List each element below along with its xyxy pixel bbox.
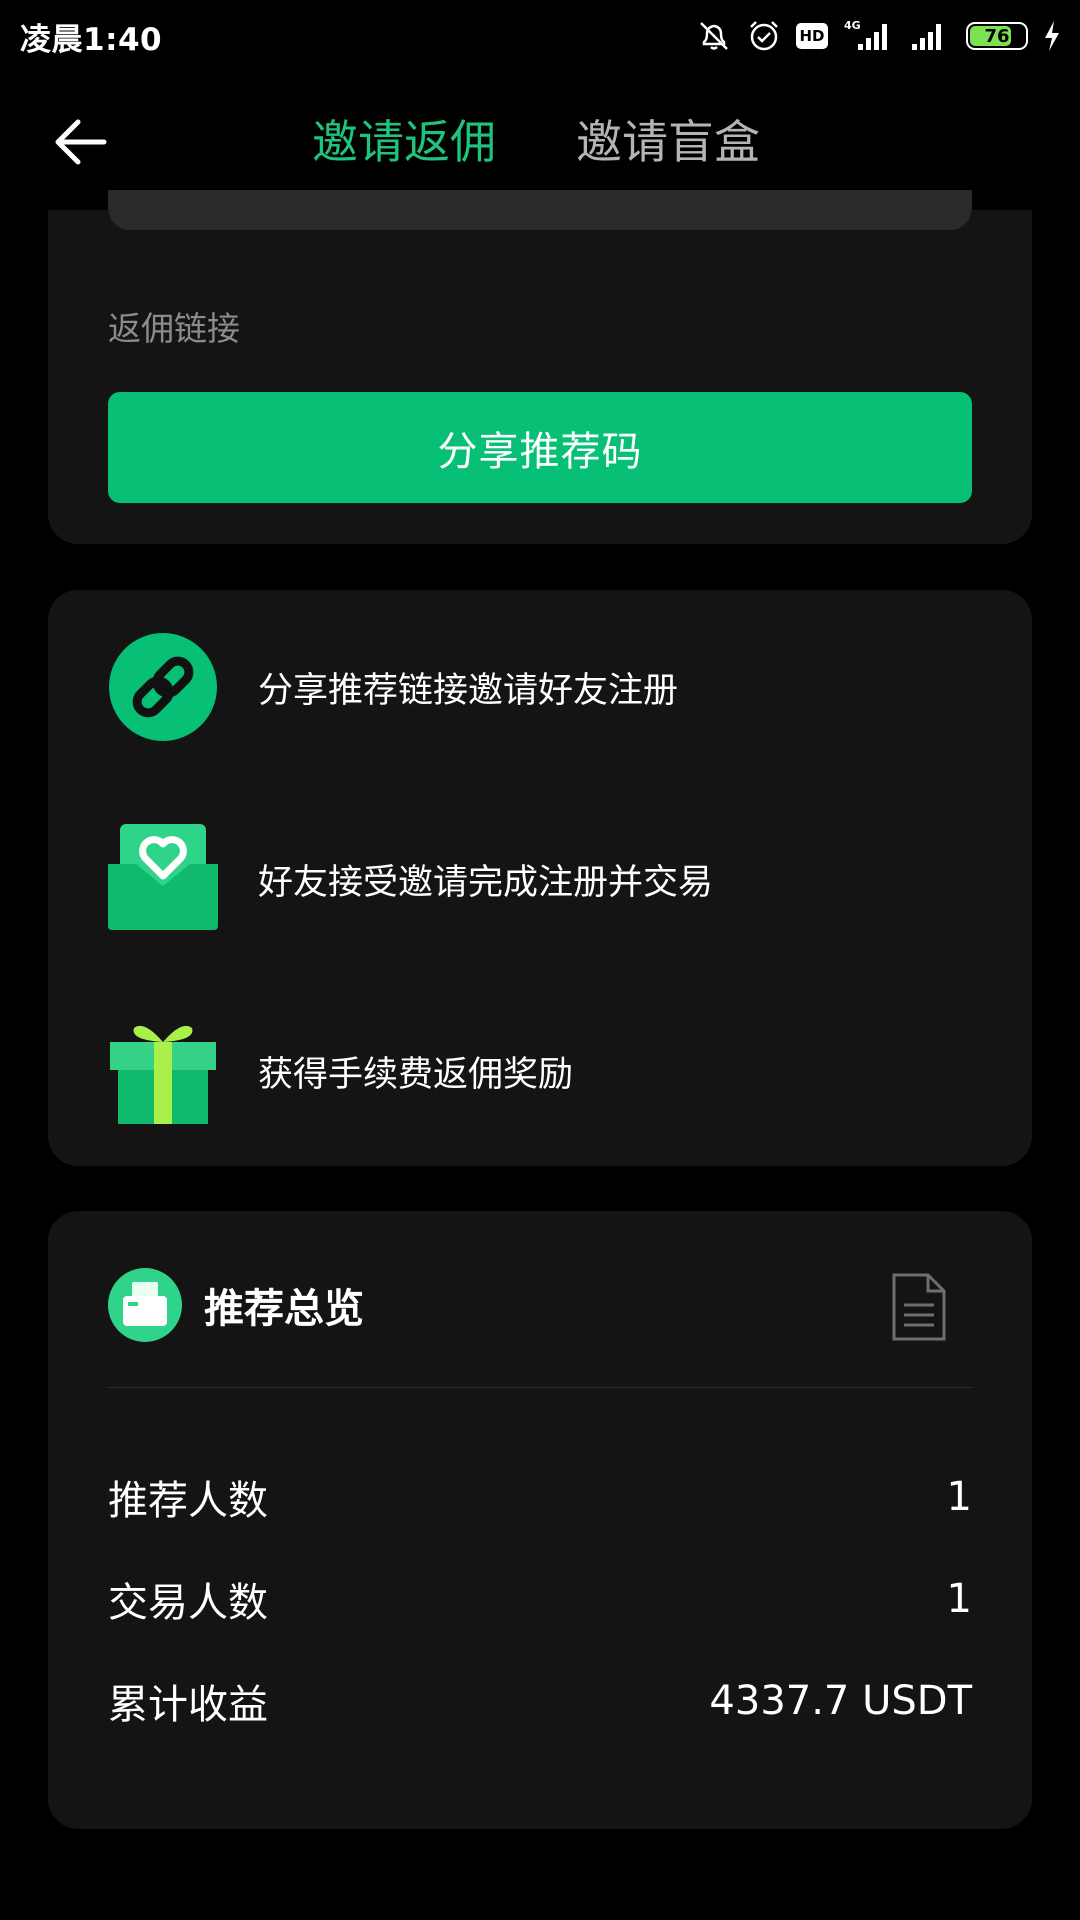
hd-icon: HD <box>796 23 828 49</box>
row-value: 1 <box>946 1576 972 1622</box>
document-icon[interactable] <box>890 1273 948 1341</box>
step-text: 分享推荐链接邀请好友注册 <box>258 670 679 711</box>
row-label: 推荐人数 <box>108 1478 268 1524</box>
row-label: 交易人数 <box>108 1580 268 1626</box>
rebate-link-label: 返佣链接 <box>108 309 240 348</box>
step-text: 好友接受邀请完成注册并交易 <box>258 862 714 903</box>
step-item: 分享推荐链接邀请好友注册 <box>108 632 678 742</box>
battery-icon: 76 <box>966 22 1028 50</box>
status-icons: HD 4G 76 <box>696 18 1062 54</box>
divider <box>108 1387 972 1388</box>
code-field <box>108 190 972 230</box>
referral-overview-card: 推荐总览 推荐人数 1 交易人数 1 累计收益 4337.7 USDT <box>48 1211 1032 1829</box>
back-arrow-icon[interactable] <box>50 112 110 172</box>
step-text: 获得手续费返佣奖励 <box>258 1054 574 1095</box>
link-icon <box>109 633 217 741</box>
charging-icon <box>1045 21 1059 51</box>
overview-row-traders: 交易人数 1 <box>108 1569 972 1629</box>
gift-icon <box>110 1025 216 1124</box>
overview-row-referrals: 推荐人数 1 <box>108 1467 972 1527</box>
status-time: 凌晨1:40 <box>20 21 163 58</box>
row-value: 1 <box>946 1474 972 1520</box>
tab-invite-rebate[interactable]: 邀请返佣 <box>312 112 496 172</box>
svg-text:4G: 4G <box>844 19 861 32</box>
share-code-button[interactable]: 分享推荐码 <box>108 392 972 503</box>
heart-envelope-icon <box>108 824 218 930</box>
mute-icon <box>700 22 728 50</box>
step-item: 好友接受邀请完成注册并交易 <box>108 824 713 934</box>
steps-card: 分享推荐链接邀请好友注册 好友接受邀请完成注册并交易 获得手续费返佣奖励 <box>48 590 1032 1166</box>
rebate-link-card: 返佣链接 分享推荐码 <box>48 190 1032 544</box>
overview-title: 推荐总览 <box>204 1286 364 1332</box>
status-bar: 凌晨1:40 HD 4G 76 <box>0 0 1080 72</box>
row-value: 4337.7 USDT <box>709 1678 972 1724</box>
step-item: 获得手续费返佣奖励 <box>108 1016 573 1126</box>
battery-level: 76 <box>984 25 1010 47</box>
row-label: 累计收益 <box>108 1682 268 1728</box>
overview-row-earnings: 累计收益 4337.7 USDT <box>108 1671 972 1731</box>
tab-invite-blind-box[interactable]: 邀请盲盒 <box>576 112 760 172</box>
wallet-icon <box>108 1268 182 1342</box>
alarm-icon <box>750 21 778 51</box>
signal-icon <box>912 24 941 50</box>
overview-header: 推荐总览 <box>108 1267 972 1343</box>
signal-4g-icon: 4G <box>844 19 887 50</box>
